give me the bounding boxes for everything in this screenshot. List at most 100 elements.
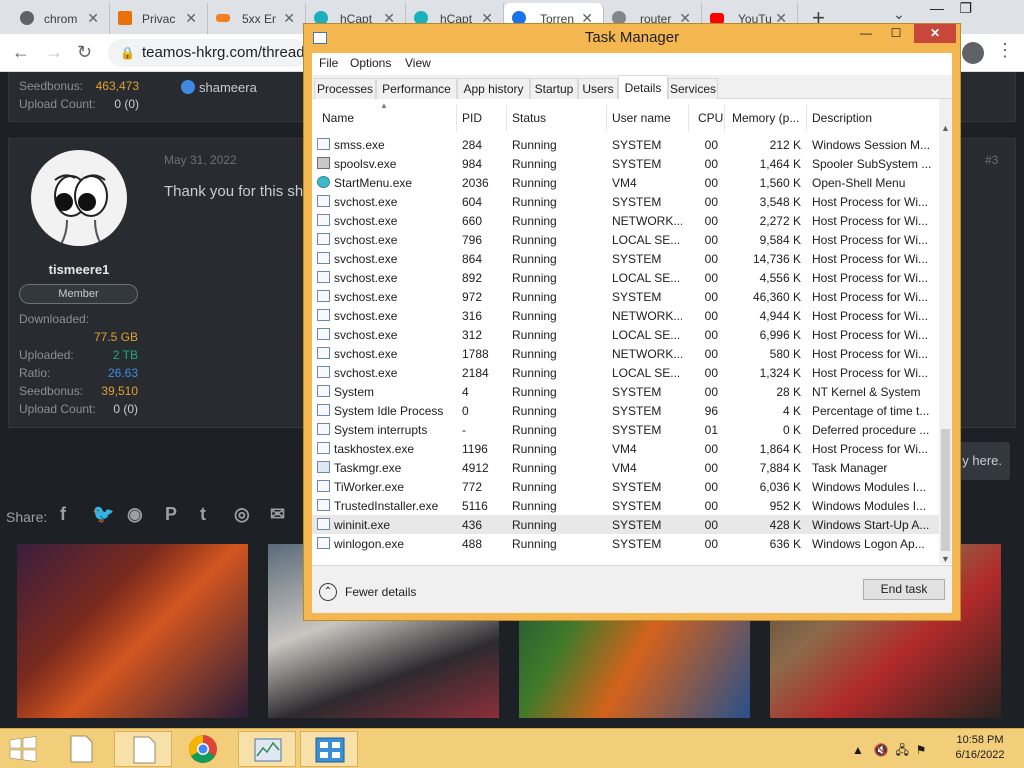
- column-header-cpu[interactable]: CPU: [698, 111, 723, 125]
- column-divider[interactable]: [506, 105, 507, 131]
- tumblr-icon[interactable]: t: [200, 504, 206, 525]
- taskbar-item[interactable]: [174, 731, 232, 767]
- process-row[interactable]: svchost.exe 796 Running LOCAL SE... 00 9,584 …: [312, 230, 939, 249]
- process-row[interactable]: taskhostex.exe 1196 Running VM4 00 1,864 K Hos…: [312, 439, 939, 458]
- process-memory: 2,272 K: [759, 214, 801, 228]
- action-center-flag-icon[interactable]: ⚑: [916, 743, 927, 757]
- browser-tab[interactable]: 5xx Er ✕: [208, 3, 306, 34]
- column-header-name[interactable]: Name: [322, 111, 354, 125]
- taskbar-item[interactable]: [300, 731, 358, 767]
- scroll-down-arrow-icon[interactable]: ▼: [941, 554, 950, 564]
- address-bar[interactable]: 🔒 teamos-hkrg.com/threads: [108, 39, 308, 67]
- process-row[interactable]: StartMenu.exe 2036 Running VM4 00 1,560 K Open…: [312, 173, 939, 192]
- fewer-details-link[interactable]: Fewer details: [345, 585, 416, 599]
- process-description: Deferred procedure ...: [812, 423, 930, 437]
- process-row[interactable]: wininit.exe 436 Running SYSTEM 00 428 K Window…: [312, 515, 939, 534]
- column-header-status[interactable]: Status: [512, 111, 546, 125]
- column-header-memory[interactable]: Memory (p...: [732, 111, 799, 125]
- profile-avatar-icon[interactable]: [962, 42, 984, 64]
- chevron-up-icon[interactable]: ▲: [852, 743, 864, 757]
- taskbar-item[interactable]: [238, 731, 296, 767]
- tab-details[interactable]: Details: [618, 75, 668, 100]
- vertical-scrollbar[interactable]: ▲ ▼: [939, 99, 952, 564]
- browser-tab[interactable]: chrom ✕: [12, 3, 110, 34]
- column-header-user-name[interactable]: User name: [612, 111, 671, 125]
- facebook-icon[interactable]: f: [60, 504, 66, 525]
- forward-icon[interactable]: →: [45, 42, 63, 63]
- process-row[interactable]: svchost.exe 972 Running SYSTEM 00 46,360 K Hos…: [312, 287, 939, 306]
- menu-file[interactable]: File: [319, 56, 338, 70]
- process-memory: 6,036 K: [759, 480, 801, 494]
- tab-startup[interactable]: Startup: [530, 78, 578, 99]
- process-row[interactable]: svchost.exe 660 Running NETWORK... 00 2,272 K…: [312, 211, 939, 230]
- menu-options[interactable]: Options: [350, 56, 391, 70]
- process-row[interactable]: svchost.exe 864 Running SYSTEM 00 14,736 K Hos…: [312, 249, 939, 268]
- tab-app-history[interactable]: App history: [457, 78, 530, 99]
- pinterest-icon[interactable]: P: [165, 504, 177, 525]
- close-tab-icon[interactable]: ✕: [185, 10, 197, 27]
- reload-icon[interactable]: ↻: [77, 42, 92, 63]
- chevron-down-icon[interactable]: ⌄: [893, 6, 905, 23]
- email-icon[interactable]: ✉: [270, 504, 285, 525]
- close-tab-icon[interactable]: ✕: [87, 10, 99, 27]
- minimize-button[interactable]: —: [852, 24, 880, 43]
- clock[interactable]: 10:58 PM 6/16/2022: [950, 733, 1010, 763]
- scrollbar-thumb[interactable]: [941, 429, 950, 551]
- process-row[interactable]: smss.exe 284 Running SYSTEM 00 212 K Windows S…: [312, 135, 939, 154]
- column-header-description[interactable]: Description: [812, 111, 872, 125]
- thread-thumbnail[interactable]: [17, 544, 248, 718]
- process-row[interactable]: svchost.exe 604 Running SYSTEM 00 3,548 K Host…: [312, 192, 939, 211]
- twitter-icon[interactable]: 🐦: [92, 504, 114, 525]
- tab-services[interactable]: Services: [668, 78, 718, 99]
- column-header-pid[interactable]: PID: [462, 111, 482, 125]
- column-divider[interactable]: [606, 105, 607, 131]
- process-row[interactable]: svchost.exe 1788 Running NETWORK... 00 580 K H…: [312, 344, 939, 363]
- process-row[interactable]: System 4 Running SYSTEM 00 28 K NT Kernel & Sy…: [312, 382, 939, 401]
- close-tab-icon[interactable]: ✕: [283, 10, 295, 27]
- network-icon[interactable]: 🖧: [896, 743, 909, 757]
- browser-tab[interactable]: Privac ✕: [110, 3, 208, 34]
- post-date[interactable]: May 31, 2022: [164, 153, 237, 167]
- process-row[interactable]: System Idle Process 0 Running SYSTEM 96 4 K Pe…: [312, 401, 939, 420]
- column-divider[interactable]: [456, 105, 457, 131]
- tab-performance[interactable]: Performance: [376, 78, 457, 99]
- menu-view[interactable]: View: [405, 56, 431, 70]
- process-row[interactable]: svchost.exe 316 Running NETWORK... 00 4,944 K…: [312, 306, 939, 325]
- ratio-label: Ratio:: [19, 366, 51, 380]
- browser-window-controls[interactable]: — ❐: [930, 0, 972, 17]
- tab-users[interactable]: Users: [578, 78, 618, 99]
- post-number[interactable]: #3: [985, 153, 998, 167]
- process-row[interactable]: svchost.exe 312 Running LOCAL SE... 00 6,996 …: [312, 325, 939, 344]
- post-likes[interactable]: shameera: [181, 80, 257, 95]
- windows-start-icon[interactable]: [8, 736, 38, 762]
- process-user: NETWORK...: [612, 347, 682, 361]
- column-divider[interactable]: [806, 105, 807, 131]
- process-row[interactable]: System interrupts - Running SYSTEM 01 0 K Defe…: [312, 420, 939, 439]
- post-username[interactable]: tismeere1: [20, 262, 138, 277]
- avatar[interactable]: [31, 150, 127, 246]
- process-row[interactable]: Taskmgr.exe 4912 Running VM4 00 7,884 K Task M…: [312, 458, 939, 477]
- close-button[interactable]: ✕: [914, 24, 956, 43]
- more-menu-icon[interactable]: ⋮: [996, 40, 1014, 61]
- column-divider[interactable]: [724, 105, 725, 131]
- back-icon[interactable]: ←: [12, 42, 30, 63]
- column-divider[interactable]: [688, 105, 689, 131]
- tab-processes[interactable]: Processes: [314, 78, 376, 99]
- process-row[interactable]: TrustedInstaller.exe 5116 Running SYSTEM 00 9…: [312, 496, 939, 515]
- end-task-button[interactable]: End task: [863, 579, 945, 600]
- process-row[interactable]: winlogon.exe 488 Running SYSTEM 00 636 K Windo…: [312, 534, 939, 553]
- process-row[interactable]: svchost.exe 2184 Running LOCAL SE... 00 1,324…: [312, 363, 939, 382]
- taskbar-item[interactable]: [114, 731, 172, 767]
- maximize-button[interactable]: ☐: [882, 24, 910, 43]
- process-user: SYSTEM: [612, 537, 662, 551]
- speaker-muted-icon[interactable]: 🔇: [874, 743, 889, 757]
- process-row[interactable]: svchost.exe 892 Running LOCAL SE... 00 4,556 …: [312, 268, 939, 287]
- whatsapp-icon[interactable]: ◎: [234, 504, 250, 525]
- process-row[interactable]: spoolsv.exe 984 Running SYSTEM 00 1,464 K Spoo…: [312, 154, 939, 173]
- scroll-up-arrow-icon[interactable]: ▲: [941, 123, 950, 133]
- chevron-up-icon[interactable]: ⌃: [319, 583, 337, 601]
- process-cpu: 00: [704, 442, 718, 456]
- reddit-icon[interactable]: ◉: [127, 504, 143, 525]
- taskbar-item[interactable]: [52, 731, 110, 767]
- process-row[interactable]: TiWorker.exe 772 Running SYSTEM 00 6,036 K Win…: [312, 477, 939, 496]
